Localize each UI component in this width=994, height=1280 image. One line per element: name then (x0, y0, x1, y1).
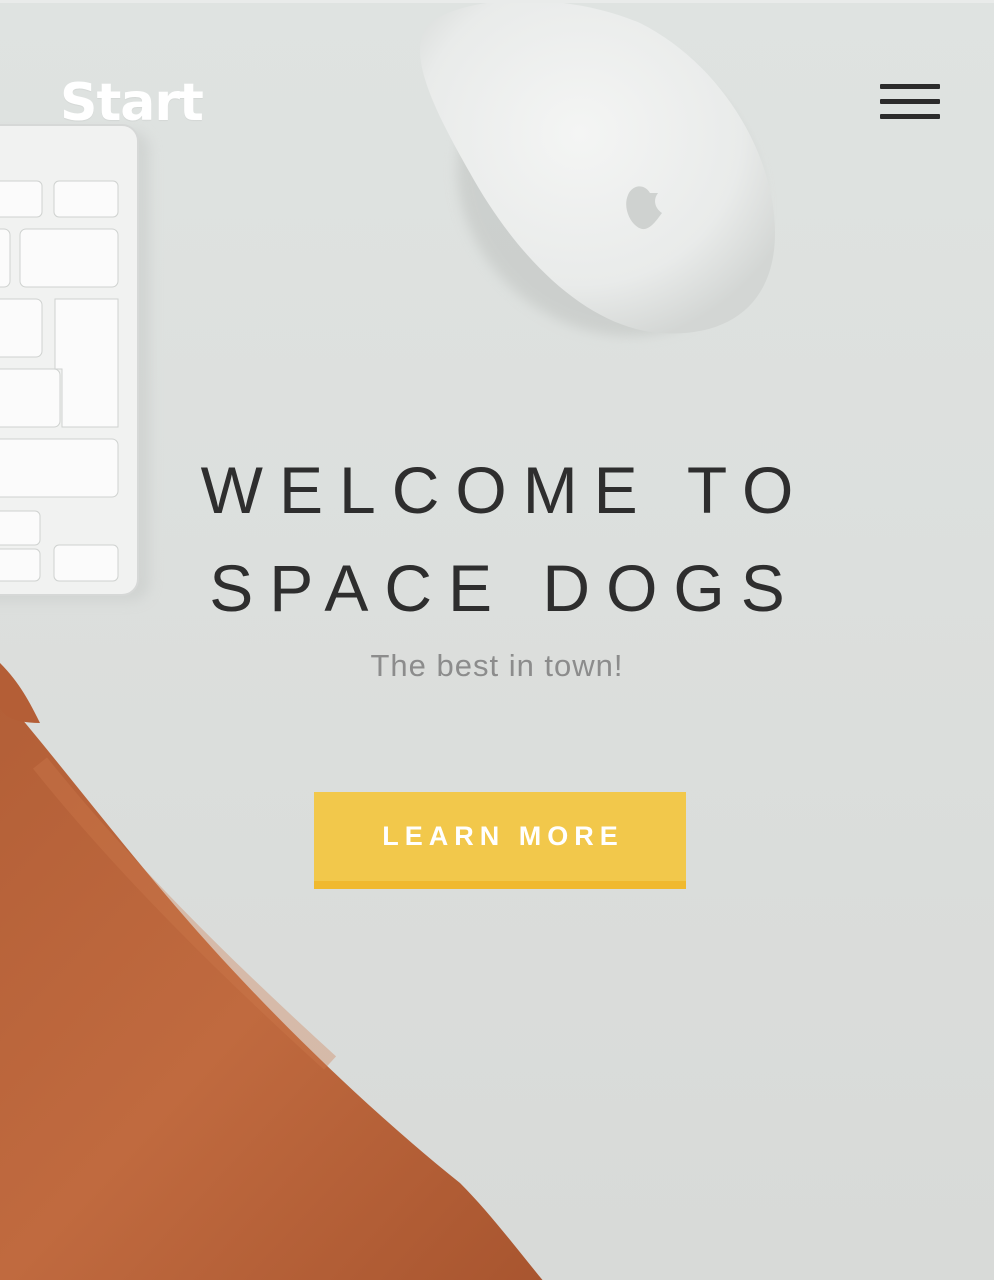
top-navbar: Start (0, 3, 994, 203)
brand-logo-link[interactable]: Start (60, 77, 204, 129)
headline-line-2: SPACE DOGS (209, 551, 801, 625)
hero-headline: WELCOME TO SPACE DOGS (0, 441, 994, 637)
hamburger-menu-icon[interactable] (880, 83, 940, 121)
menu-bar (880, 84, 940, 89)
headline-line-1: WELCOME TO (200, 453, 810, 527)
menu-bar (880, 114, 940, 119)
arm-image (0, 663, 543, 1280)
learn-more-button-label: LEARN MORE (382, 821, 624, 851)
hero-tagline: The best in town! (370, 648, 624, 683)
learn-more-button[interactable]: LEARN MORE (314, 792, 686, 889)
hero-section: Start WELCOME TO SPACE DOGS The best in … (0, 0, 994, 1280)
menu-bar (880, 99, 940, 104)
